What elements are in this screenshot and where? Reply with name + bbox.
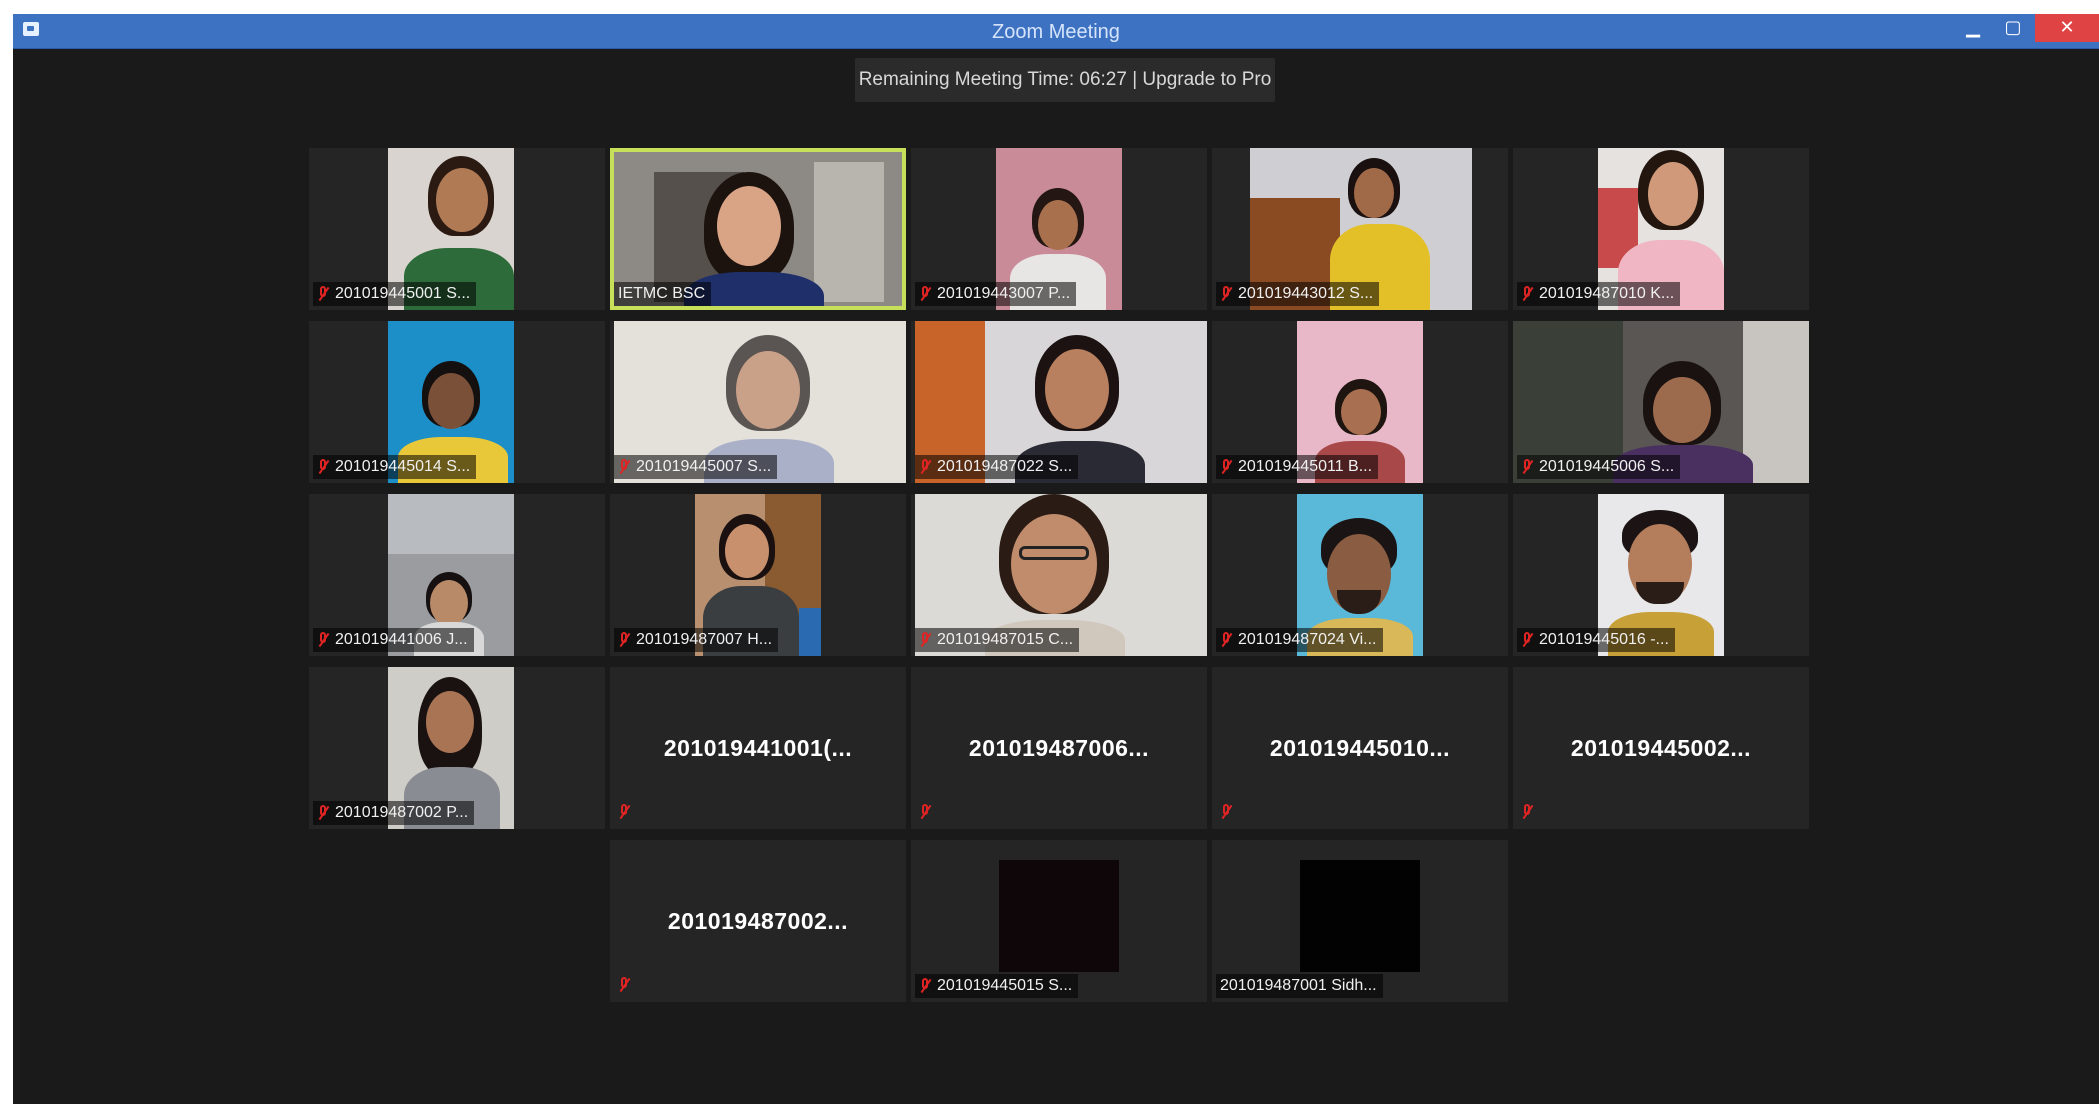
participant-name: 201019443012 S... [1238, 285, 1374, 302]
participant-tile[interactable]: 201019445010... [1212, 667, 1508, 829]
participant-name-display: 201019487006... [968, 735, 1150, 761]
participant-tile[interactable]: 201019487001 Sidh... [1212, 840, 1508, 1002]
participant-name: 201019487010 K... [1539, 285, 1675, 302]
participant-tile[interactable]: 201019487015 C... [911, 494, 1207, 656]
participant-name: 201019487007 H... [636, 631, 773, 648]
participant-name-label: 201019445007 S... [614, 455, 778, 479]
muted-mic-icon [618, 803, 630, 821]
participant-name-label: 201019441006 J... [313, 628, 474, 652]
muted-mic-icon [919, 458, 931, 476]
muted-mic-icon [1220, 458, 1232, 476]
muted-mic-icon [317, 285, 329, 303]
participant-tile[interactable]: 201019445001 S... [309, 148, 605, 310]
window-title: Zoom Meeting [992, 21, 1120, 43]
participant-tile[interactable]: 201019443012 S... [1212, 148, 1508, 310]
participant-name-label: 201019445011 B... [1216, 455, 1379, 479]
participant-name-label: 201019487010 K... [1517, 282, 1681, 306]
participant-name-display: 201019445010... [1269, 735, 1451, 761]
participant-name-label: 201019445016 -... [1517, 628, 1675, 652]
participant-name: 201019443007 P... [937, 285, 1071, 302]
zoom-meeting-window: Zoom Meeting ▁ ▢ ✕ Remaining Meeting Tim… [13, 14, 2099, 1104]
muted-mic-icon [317, 458, 329, 476]
muted-mic-icon [919, 631, 931, 649]
participant-name: 201019445015 S... [937, 977, 1073, 994]
muted-mic-icon [618, 976, 630, 994]
dark-video-feed [999, 860, 1119, 972]
participant-tile[interactable]: 201019445016 -... [1513, 494, 1809, 656]
participant-name-label: 201019445006 S... [1517, 455, 1681, 479]
participant-name-label: 201019445001 S... [313, 282, 477, 306]
muted-mic-icon [919, 803, 931, 821]
muted-mic-icon [1220, 631, 1232, 649]
muted-mic-icon [919, 977, 931, 995]
muted-mic-icon [1521, 803, 1533, 821]
participant-tile[interactable]: 201019445014 S... [309, 321, 605, 483]
participant-tile[interactable]: 201019441006 J... [309, 494, 605, 656]
muted-mic-icon [618, 631, 630, 649]
participant-name-display: 201019441001(... [663, 735, 853, 761]
participant-name-label: 201019443012 S... [1216, 282, 1380, 306]
muted-mic-icon [1521, 631, 1533, 649]
participant-tile[interactable]: 201019487006... [911, 667, 1207, 829]
participant-name: 201019445006 S... [1539, 458, 1675, 475]
participant-name-label: 201019443007 P... [915, 282, 1077, 306]
participant-tile[interactable]: 201019487002... [610, 840, 906, 1002]
participant-name: 201019441006 J... [335, 631, 468, 648]
participant-tile[interactable]: 201019487002 P... [309, 667, 605, 829]
muted-mic-icon [317, 631, 329, 649]
muted-mic-icon [618, 458, 630, 476]
participant-name-label: 201019487022 S... [915, 455, 1079, 479]
participant-name-display: 201019487002... [667, 908, 849, 934]
participant-name-label: 201019487024 Vi... [1216, 628, 1383, 652]
title-bar[interactable]: Zoom Meeting ▁ ▢ ✕ [13, 14, 2099, 49]
participant-tile[interactable]: 201019487007 H... [610, 494, 906, 656]
participant-name: 201019487024 Vi... [1238, 631, 1377, 648]
participant-tile[interactable]: 201019487024 Vi... [1212, 494, 1508, 656]
participant-name: 201019445014 S... [335, 458, 471, 475]
participant-name: 201019445001 S... [335, 285, 471, 302]
participant-name: 201019445011 B... [1238, 458, 1373, 475]
muted-mic-icon [919, 285, 931, 303]
participant-tile[interactable]: 201019445007 S... [610, 321, 906, 483]
participant-name: 201019487015 C... [937, 631, 1074, 648]
close-button[interactable]: ✕ [2035, 14, 2099, 42]
participant-name: 201019487002 P... [335, 804, 469, 821]
minimize-button[interactable]: ▁ [1953, 14, 1993, 42]
meeting-timer-banner[interactable]: Remaining Meeting Time: 06:27 | Upgrade … [855, 58, 1275, 102]
participant-tile[interactable]: 201019445015 S... [911, 840, 1207, 1002]
participant-name-label: 201019487007 H... [614, 628, 779, 652]
muted-mic-icon [1521, 458, 1533, 476]
participant-name-label: 201019487015 C... [915, 628, 1080, 652]
participant-name: 201019487001 Sidh... [1220, 977, 1377, 994]
participant-tile[interactable]: 201019441001(... [610, 667, 906, 829]
participant-name: IETMC BSC [618, 285, 706, 302]
maximize-button[interactable]: ▢ [1993, 14, 2033, 42]
participant-tile[interactable]: 201019445006 S... [1513, 321, 1809, 483]
muted-mic-icon [1220, 803, 1232, 821]
participant-name: 201019445007 S... [636, 458, 772, 475]
muted-mic-icon [317, 804, 329, 822]
participant-tile[interactable]: 201019487022 S... [911, 321, 1207, 483]
participant-name: 201019487022 S... [937, 458, 1073, 475]
participant-tile[interactable]: 201019443007 P... [911, 148, 1207, 310]
dark-video-feed [1300, 860, 1420, 972]
participant-name-display: 201019445002... [1570, 735, 1752, 761]
participant-name: 201019445016 -... [1539, 631, 1669, 648]
muted-mic-icon [1220, 285, 1232, 303]
participant-tile[interactable]: 201019445002... [1513, 667, 1809, 829]
participant-name-label: 201019445014 S... [313, 455, 477, 479]
participant-tile[interactable]: 201019487010 K... [1513, 148, 1809, 310]
participant-name-label: 201019487001 Sidh... [1216, 974, 1383, 998]
participant-name-label: 201019487002 P... [313, 801, 475, 825]
participant-name-label: 201019445015 S... [915, 974, 1079, 998]
participant-name-label: IETMC BSC [614, 282, 712, 306]
participant-tile[interactable]: 201019445011 B... [1212, 321, 1508, 483]
active-speaker-tile[interactable]: IETMC BSC [610, 148, 906, 310]
muted-mic-icon [1521, 285, 1533, 303]
